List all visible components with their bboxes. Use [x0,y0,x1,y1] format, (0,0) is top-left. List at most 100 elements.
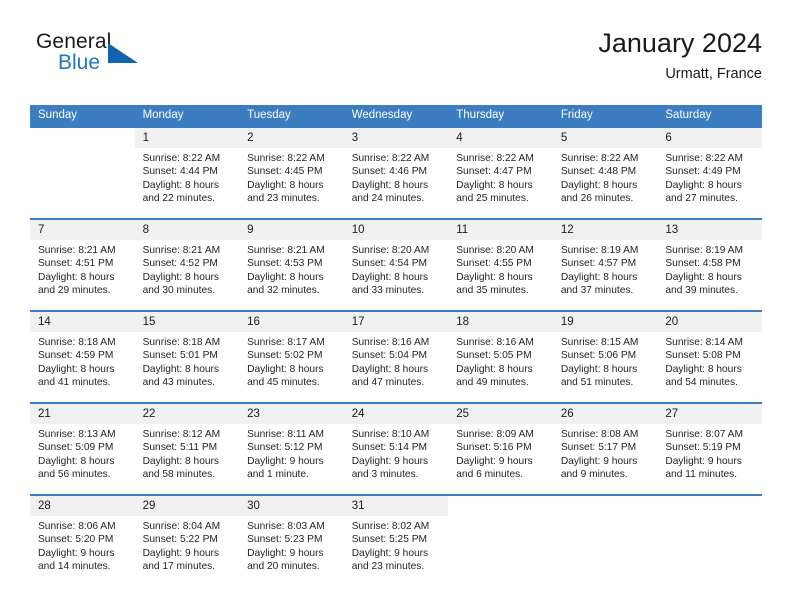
day-cell-inner: 16 Sunrise: 8:17 AM Sunset: 5:02 PM Dayligh… [239,312,344,400]
weekday-header-monday: Monday [134,105,240,127]
day-detail-line: Sunset: 5:17 PM [560,442,637,454]
calendar-day-cell[interactable]: 11 Sunrise: 8:20 AM Sunset: 4:55 PM Dayligh… [448,218,553,311]
calendar-day-cell[interactable]: 20 Sunrise: 8:14 AM Sunset: 5:08 PM Dayligh… [657,310,762,403]
calendar-day-cell[interactable]: 25 Sunrise: 8:09 AM Sunset: 5:16 PM Dayligh… [448,402,553,495]
day-detail-line: Sunset: 4:45 PM [247,166,323,178]
calendar-day-cell[interactable]: 9 Sunrise: 8:21 AM Sunset: 4:53 PM Daylight… [239,218,344,311]
calendar-day-cell[interactable]: 18 Sunrise: 8:16 AM Sunset: 5:05 PM Dayligh… [448,310,553,403]
calendar-day-cell[interactable]: 19 Sunrise: 8:15 AM Sunset: 5:06 PM Dayligh… [552,310,658,403]
day-cell-inner: 31 Sunrise: 8:02 AM Sunset: 5:25 PM Dayligh… [343,496,449,584]
calendar-day-cell[interactable]: 15 Sunrise: 8:18 AM Sunset: 5:01 PM Dayligh… [134,310,240,403]
day-detail-line: Daylight: 8 hours [142,455,220,467]
day-details: Sunrise: 8:16 AM Sunset: 5:05 PM Daylight:… [448,332,553,390]
calendar-day-cell[interactable]: 30 Sunrise: 8:03 AM Sunset: 5:23 PM Dayligh… [239,494,344,586]
day-detail-line: and 23 minutes. [351,561,425,573]
day-detail-line: Sunrise: 8:16 AM [351,337,430,348]
day-detail-line: Sunset: 4:57 PM [560,258,637,270]
day-cell-inner: 27 Sunrise: 8:07 AM Sunset: 5:19 PM Dayligh… [657,404,762,492]
day-detail-line: Daylight: 8 hours [247,363,324,375]
day-detail-line: Sunrise: 8:15 AM [560,337,639,348]
brand-logo[interactable]: General Blue [30,30,230,86]
calendar-day-cell[interactable]: 21 Sunrise: 8:13 AM Sunset: 5:09 PM Dayligh… [30,402,135,495]
calendar-day-cell[interactable]: 1 Sunrise: 8:22 AM Sunset: 4:44 PM Daylight… [134,126,240,219]
day-number: 27 [657,404,762,424]
day-details: Sunrise: 8:22 AM Sunset: 4:47 PM Daylight:… [448,148,553,206]
day-cell-inner: 12 Sunrise: 8:19 AM Sunset: 4:57 PM Dayligh… [552,220,658,308]
calendar-day-cell[interactable]: 5 Sunrise: 8:22 AM Sunset: 4:48 PM Daylight… [552,126,658,219]
day-details: Sunrise: 8:20 AM Sunset: 4:54 PM Daylight:… [344,240,449,298]
day-detail-line: Sunrise: 8:17 AM [247,337,325,348]
day-cell-inner: 19 Sunrise: 8:15 AM Sunset: 5:06 PM Dayligh… [552,312,658,400]
day-cell-inner: 3 Sunrise: 8:22 AM Sunset: 4:46 PM Daylight… [343,128,449,216]
calendar-day-cell[interactable]: 16 Sunrise: 8:17 AM Sunset: 5:02 PM Dayligh… [239,310,344,403]
day-details: Sunrise: 8:08 AM Sunset: 5:17 PM Daylight:… [553,424,658,482]
day-detail-line: Sunrise: 8:06 AM [38,521,116,532]
day-detail-line: Sunrise: 8:21 AM [38,245,116,256]
day-detail-line: and 33 minutes. [351,285,425,297]
calendar-day-cell[interactable]: 14 Sunrise: 8:18 AM Sunset: 4:59 PM Dayligh… [30,310,135,403]
day-cell-inner: 14 Sunrise: 8:18 AM Sunset: 4:59 PM Dayligh… [30,312,135,400]
day-detail-line: Daylight: 9 hours [665,455,742,467]
calendar-day-cell[interactable]: 28 Sunrise: 8:06 AM Sunset: 5:20 PM Dayligh… [30,494,135,586]
calendar-day-cell[interactable]: 10 Sunrise: 8:20 AM Sunset: 4:54 PM Dayligh… [343,218,449,311]
day-cell-inner: 20 Sunrise: 8:14 AM Sunset: 5:08 PM Dayligh… [657,312,762,400]
day-detail-line: Daylight: 8 hours [38,455,115,467]
calendar-day-cell[interactable]: 24 Sunrise: 8:10 AM Sunset: 5:14 PM Dayligh… [343,402,449,495]
day-details: Sunrise: 8:22 AM Sunset: 4:48 PM Daylight:… [553,148,658,206]
day-detail-line: Sunset: 4:53 PM [247,258,323,270]
calendar-day-cell[interactable]: 13 Sunrise: 8:19 AM Sunset: 4:58 PM Dayligh… [657,218,762,311]
day-detail-line: Sunrise: 8:12 AM [142,429,221,440]
calendar-day-cell[interactable]: 31 Sunrise: 8:02 AM Sunset: 5:25 PM Dayligh… [343,494,449,586]
day-details: Sunrise: 8:16 AM Sunset: 5:04 PM Daylight:… [344,332,449,390]
day-detail-line: Sunrise: 8:21 AM [247,245,325,256]
day-number: 4 [448,128,553,148]
calendar-day-cell[interactable]: 8 Sunrise: 8:21 AM Sunset: 4:52 PM Daylight… [134,218,240,311]
day-detail-line: Sunrise: 8:09 AM [456,429,534,440]
calendar-day-cell[interactable]: 12 Sunrise: 8:19 AM Sunset: 4:57 PM Dayligh… [552,218,658,311]
calendar-day-cell[interactable]: 23 Sunrise: 8:11 AM Sunset: 5:12 PM Dayligh… [239,402,344,495]
day-detail-line: Sunset: 5:01 PM [142,350,218,362]
day-number: 10 [343,220,449,240]
day-detail-line: and 37 minutes. [560,285,634,297]
day-number: 13 [657,220,762,240]
day-number: 17 [343,312,449,332]
day-details: Sunrise: 8:22 AM Sunset: 4:44 PM Daylight:… [135,148,240,206]
day-detail-line: Sunset: 4:59 PM [38,350,114,362]
page-title: January 2024 [598,28,762,58]
day-detail-line: Sunrise: 8:13 AM [38,429,116,440]
day-number: 25 [448,404,553,424]
day-details: Sunrise: 8:22 AM Sunset: 4:45 PM Daylight:… [239,148,344,206]
day-detail-line: Sunrise: 8:10 AM [351,429,430,440]
calendar-day-cell[interactable]: 29 Sunrise: 8:04 AM Sunset: 5:22 PM Dayligh… [134,494,240,586]
day-number: 14 [30,312,135,332]
day-number: 7 [30,220,135,240]
calendar-day-cell[interactable]: 6 Sunrise: 8:22 AM Sunset: 4:49 PM Daylight… [657,126,762,219]
day-detail-line: and 11 minutes. [665,469,738,481]
calendar-body: 1 Sunrise: 8:22 AM Sunset: 4:44 PM Daylight… [30,126,762,586]
day-detail-line: Sunrise: 8:11 AM [247,429,324,440]
day-details: Sunrise: 8:18 AM Sunset: 5:01 PM Daylight:… [135,332,240,390]
calendar-day-cell[interactable]: 22 Sunrise: 8:12 AM Sunset: 5:11 PM Dayligh… [134,402,240,495]
day-detail-line: Daylight: 8 hours [665,271,742,283]
calendar-day-cell[interactable]: 2 Sunrise: 8:22 AM Sunset: 4:45 PM Daylight… [239,126,344,219]
day-detail-line: Sunset: 5:05 PM [456,350,532,362]
day-detail-line: Sunrise: 8:22 AM [142,153,221,164]
calendar-day-cell[interactable]: 26 Sunrise: 8:08 AM Sunset: 5:17 PM Dayligh… [552,402,658,495]
day-detail-line: Daylight: 9 hours [351,455,429,467]
day-detail-line: and 25 minutes. [456,193,529,205]
day-detail-line: Sunset: 5:08 PM [665,350,741,362]
calendar-day-cell[interactable]: 3 Sunrise: 8:22 AM Sunset: 4:46 PM Daylight… [343,126,449,219]
day-cell-inner: 5 Sunrise: 8:22 AM Sunset: 4:48 PM Daylight… [552,128,658,216]
day-details: Sunrise: 8:19 AM Sunset: 4:58 PM Daylight:… [657,240,762,298]
day-detail-line: and 56 minutes. [38,469,111,481]
calendar-day-cell[interactable]: 17 Sunrise: 8:16 AM Sunset: 5:04 PM Dayligh… [343,310,449,403]
calendar-day-cell[interactable]: 4 Sunrise: 8:22 AM Sunset: 4:47 PM Daylight… [448,126,553,219]
calendar-day-cell[interactable]: 7 Sunrise: 8:21 AM Sunset: 4:51 PM Daylight… [30,218,135,311]
day-detail-line: Daylight: 8 hours [247,179,324,191]
day-details [448,516,553,520]
day-detail-line: Sunrise: 8:22 AM [247,153,325,164]
calendar-day-cell[interactable]: 27 Sunrise: 8:07 AM Sunset: 5:19 PM Dayligh… [657,402,762,495]
day-detail-line: and 43 minutes. [142,377,216,389]
calendar-page: General Blue January 2024 Urmatt, France… [0,0,792,612]
day-detail-line: Sunset: 5:22 PM [142,534,218,546]
